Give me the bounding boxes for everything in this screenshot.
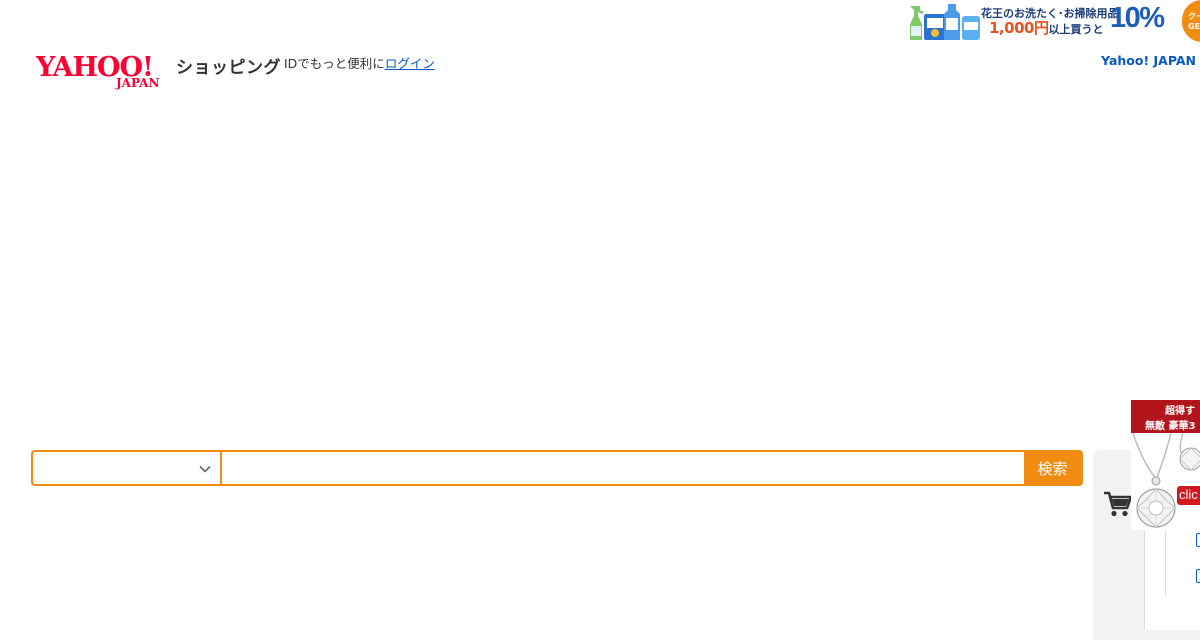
yahoo-logo[interactable]: YAHOO! JAPAN (35, 50, 176, 90)
category-select[interactable] (33, 452, 222, 484)
login-link[interactable]: ログイン (385, 56, 435, 71)
banner-get-label: GET (1188, 22, 1200, 31)
necklace-image (1132, 433, 1200, 528)
logo-subtext: JAPAN (115, 76, 159, 90)
chevron-down-icon (199, 465, 211, 473)
banner-coupon-label: クーポン (1188, 12, 1200, 21)
banner-off: OFF (1152, 28, 1172, 38)
search-button[interactable]: 検索 (1024, 452, 1081, 484)
banner-amount-value: 1,000円 (989, 19, 1049, 37)
side-panel-content (1145, 530, 1200, 630)
banner-amount-suffix: 以上買うと (1048, 23, 1104, 36)
service-name: ショッピング (176, 58, 281, 78)
jewelry-ad[interactable]: 超得す 無敵 豪華3 clic (1131, 400, 1200, 530)
cart-icon[interactable] (1103, 490, 1133, 518)
search-bar: 検索 (31, 450, 1083, 486)
side-link[interactable] (1196, 533, 1200, 547)
banner-amount: 1,000円以上買うと (989, 17, 1103, 38)
jewelry-ad-line2: 無敵 豪華3 (1145, 421, 1196, 432)
side-divider (1165, 530, 1166, 596)
login-text: IDでもっと便利に (284, 56, 385, 71)
search-input[interactable] (222, 452, 1024, 484)
side-link[interactable] (1196, 569, 1200, 583)
jewelry-ad-line1: 超得す (1165, 406, 1195, 417)
yahoo-japan-link[interactable]: Yahoo! JAPAN (1101, 53, 1196, 68)
top-banner-ad[interactable]: 花王のお洗たく･お掃除用品 1,000円以上買うと 10% OFF クーポン G… (906, 0, 1200, 42)
product-bottles-image (906, 0, 986, 42)
jewelry-click-label: clic (1179, 487, 1198, 502)
banner-coupon-text: クーポン GET (1188, 11, 1200, 31)
login-prompt: IDでもっと便利にログイン (284, 53, 435, 72)
